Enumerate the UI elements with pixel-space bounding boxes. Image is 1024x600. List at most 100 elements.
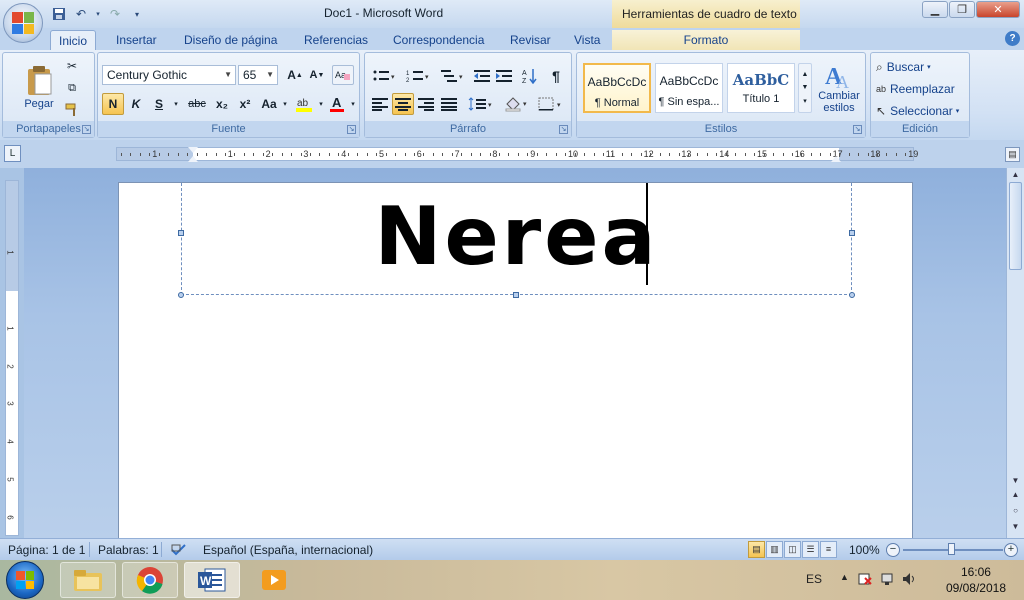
tab-inicio[interactable]: Inicio	[50, 30, 97, 50]
align-center-icon[interactable]	[392, 93, 414, 115]
scroll-down-icon[interactable]: ▼	[802, 84, 809, 91]
subscript-button[interactable]: x₂	[211, 93, 233, 115]
decrease-indent-icon[interactable]	[471, 65, 493, 87]
save-icon[interactable]	[50, 5, 68, 23]
spelling-check-icon[interactable]	[170, 543, 188, 560]
minimize-button[interactable]: ▁	[922, 1, 948, 18]
taskbar-explorer[interactable]	[60, 562, 116, 598]
zoom-slider-thumb[interactable]	[948, 543, 955, 555]
tab-formato[interactable]: Formato	[612, 30, 800, 50]
tab-diseno-pagina[interactable]: Diseño de página	[176, 30, 285, 50]
change-styles-button[interactable]: AA Cambiar estilos	[815, 57, 863, 119]
replace-button[interactable]: ab Reemplazar	[875, 79, 967, 99]
draft-view-icon[interactable]: ≡	[820, 541, 837, 558]
change-case-button[interactable]: Aa	[258, 93, 280, 115]
full-screen-reading-icon[interactable]: ▥	[766, 541, 783, 558]
redo-icon[interactable]: ↷	[106, 5, 124, 23]
vertical-scrollbar[interactable]: ▲ ▼ ▲ ○ ▼	[1006, 168, 1024, 538]
resize-handle-left[interactable]	[178, 230, 184, 236]
copy-icon[interactable]: ⧉	[63, 79, 81, 97]
style-sin-espaciado[interactable]: AaBbCcDc ¶ Sin espa...	[655, 63, 723, 113]
font-color-dropdown-icon[interactable]: ▾	[348, 93, 358, 115]
start-button[interactable]	[6, 561, 44, 599]
clock[interactable]: 16:06 09/08/2018	[946, 564, 1006, 596]
close-button[interactable]: ✕	[976, 1, 1020, 18]
justify-icon[interactable]	[438, 93, 460, 115]
show-marks-icon[interactable]: ¶	[545, 65, 567, 87]
tab-selector-icon[interactable]: L	[4, 145, 21, 162]
input-language[interactable]: ES	[806, 572, 822, 586]
outline-view-icon[interactable]: ☰	[802, 541, 819, 558]
tab-vista[interactable]: Vista	[566, 30, 608, 50]
action-center-icon[interactable]	[858, 572, 872, 589]
borders-icon[interactable]: ▾	[535, 93, 567, 115]
office-button[interactable]	[3, 3, 43, 43]
resize-handle-bottom-left[interactable]	[178, 292, 184, 298]
align-right-icon[interactable]	[415, 93, 437, 115]
vertical-ruler[interactable]: 1 1 2 3 4 5 6	[5, 180, 19, 536]
highlight-icon[interactable]: ab	[292, 93, 316, 115]
browse-object-icon[interactable]: ○	[1009, 504, 1022, 517]
cut-icon[interactable]: ✂	[63, 57, 81, 75]
bold-button[interactable]: N	[102, 93, 124, 115]
print-layout-view-icon[interactable]: ▤	[748, 541, 765, 558]
highlight-dropdown-icon[interactable]: ▾	[316, 93, 326, 115]
bullets-icon[interactable]: ▾	[369, 65, 401, 87]
line-spacing-icon[interactable]: ▾	[465, 93, 497, 115]
show-hidden-icons-icon[interactable]: ▲	[840, 572, 849, 582]
styles-gallery-scroll[interactable]: ▲ ▼ ▾	[798, 63, 812, 113]
increase-indent-icon[interactable]	[493, 65, 515, 87]
taskbar-chrome[interactable]	[122, 562, 178, 598]
zoom-out-icon[interactable]: −	[886, 543, 900, 557]
left-indent-marker[interactable]	[188, 156, 198, 162]
strikethrough-button[interactable]: abc	[184, 93, 210, 115]
fuente-launcher-icon[interactable]: ↘	[347, 125, 356, 134]
italic-button[interactable]: K	[125, 93, 147, 115]
help-icon[interactable]: ?	[1005, 31, 1020, 46]
first-line-indent-marker[interactable]	[188, 147, 198, 153]
sort-icon[interactable]: AZ	[519, 65, 541, 87]
multilevel-list-icon[interactable]: ▾	[437, 65, 469, 87]
tab-correspondencia[interactable]: Correspondencia	[385, 30, 492, 50]
find-button[interactable]: ⌕ Buscar ▾	[875, 57, 967, 77]
font-size-select[interactable]: 65 ▼	[238, 65, 278, 85]
tab-revisar[interactable]: Revisar	[502, 30, 559, 50]
paste-button[interactable]: Pegar	[17, 57, 61, 117]
document-text[interactable]: Nerea	[182, 191, 851, 283]
case-dropdown-icon[interactable]: ▾	[280, 93, 290, 115]
underline-dropdown-icon[interactable]: ▾	[170, 93, 182, 115]
undo-dropdown-icon[interactable]: ▾	[94, 5, 102, 23]
grow-font-button[interactable]: A ▲	[284, 65, 306, 85]
undo-icon[interactable]: ↶	[72, 5, 90, 23]
numbering-icon[interactable]: 1 2 ▾	[403, 65, 435, 87]
language-status[interactable]: Español (España, internacional)	[203, 543, 373, 557]
superscript-button[interactable]: x²	[234, 93, 256, 115]
customize-qat-icon[interactable]: ▾	[128, 5, 146, 23]
portapapeles-launcher-icon[interactable]: ↘	[82, 125, 91, 134]
scroll-down-arrow-icon[interactable]: ▼	[1009, 474, 1022, 487]
page-count[interactable]: Página: 1 de 1	[8, 543, 85, 557]
word-count[interactable]: Palabras: 1	[98, 543, 159, 557]
text-box[interactable]: Nerea	[178, 183, 855, 298]
tab-insertar[interactable]: Insertar	[108, 30, 165, 50]
right-indent-marker[interactable]	[831, 156, 841, 162]
resize-handle-bottom-right[interactable]	[849, 292, 855, 298]
zoom-level[interactable]: 100%	[849, 543, 880, 557]
expand-gallery-icon[interactable]: ▾	[803, 97, 807, 105]
format-painter-icon[interactable]	[63, 101, 81, 119]
view-ruler-icon[interactable]: ▤	[1005, 147, 1020, 162]
style-normal[interactable]: AaBbCcDc ¶ Normal	[583, 63, 651, 113]
horizontal-ruler[interactable]: 1 1 2 3 4 5 6 7 8 9 10 11 12 13 14 15 16 17 18 19	[116, 147, 918, 162]
select-button[interactable]: ↖ Seleccionar ▾	[875, 101, 967, 121]
scroll-thumb[interactable]	[1009, 182, 1022, 270]
taskbar-media-player[interactable]	[246, 562, 302, 598]
font-name-select[interactable]: Century Gothic ▼	[102, 65, 236, 85]
shading-icon[interactable]: ▾	[501, 93, 533, 115]
tab-referencias[interactable]: Referencias	[296, 30, 376, 50]
volume-icon[interactable]	[902, 572, 916, 589]
next-page-icon[interactable]: ▼	[1009, 520, 1022, 533]
page[interactable]: Nerea	[118, 182, 913, 542]
clear-format-icon[interactable]: Aa	[332, 65, 354, 85]
resize-handle-right[interactable]	[849, 230, 855, 236]
scroll-up-icon[interactable]: ▲	[802, 71, 809, 78]
